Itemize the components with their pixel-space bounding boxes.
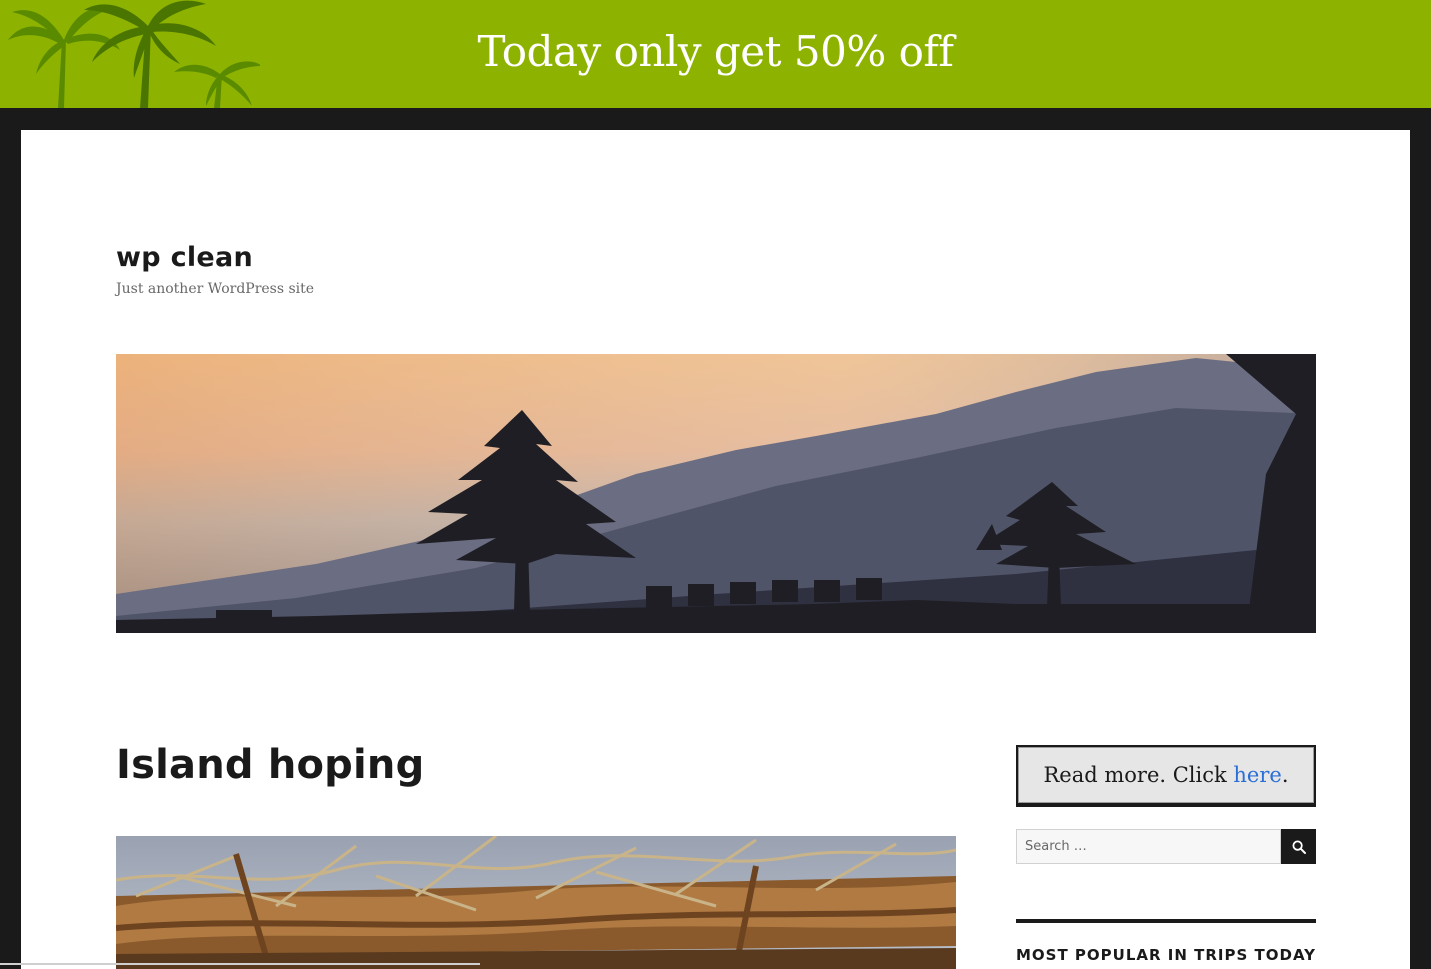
promo-text[interactable]: Today only get 50% off: [0, 26, 1431, 78]
widget-divider: [1016, 919, 1316, 923]
promo-banner[interactable]: Today only get 50% off: [0, 0, 1431, 108]
search-button[interactable]: [1281, 829, 1316, 864]
readmore-link[interactable]: here: [1233, 763, 1281, 787]
search-form: [1016, 829, 1316, 864]
search-input[interactable]: [1016, 829, 1281, 864]
header-image: [116, 354, 1316, 633]
site-title[interactable]: wp clean: [116, 242, 253, 273]
site-description: Just another WordPress site: [116, 281, 315, 297]
post-featured-image: [116, 836, 956, 969]
horizontal-scrollbar[interactable]: [0, 963, 480, 965]
readmore-text: Read more. Click: [1043, 763, 1234, 787]
readmore-suffix: .: [1281, 763, 1289, 787]
page-content: wp clean Just another WordPress site Isl…: [21, 130, 1410, 969]
popular-widget-title: MOST POPULAR IN TRIPS TODAY: [1016, 946, 1317, 964]
post-title[interactable]: Island hoping: [116, 742, 424, 788]
readmore-widget: Read more. Click here .: [1016, 745, 1316, 807]
search-icon: [1292, 840, 1306, 854]
